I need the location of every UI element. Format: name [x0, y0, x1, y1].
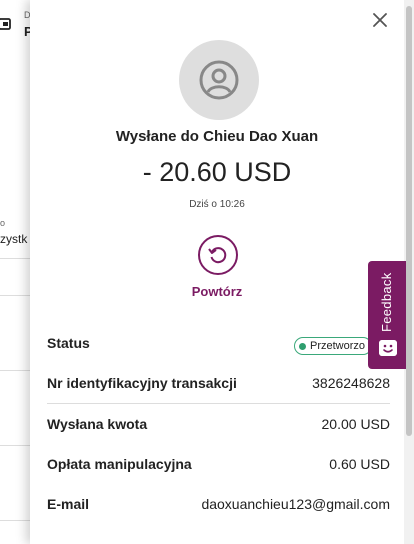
wallet-icon — [0, 18, 11, 30]
status-value: Przetworzo — [310, 340, 366, 352]
feedback-face-icon — [379, 340, 397, 356]
email-value: daoxuanchieu123@gmail.com — [201, 496, 390, 512]
scrollbar-thumb[interactable] — [406, 6, 412, 436]
transaction-id-value: 3826248628 — [312, 375, 390, 391]
recipient-avatar — [179, 40, 259, 120]
sent-amount-value: 20.00 USD — [321, 416, 390, 432]
status-label: Status — [47, 335, 90, 351]
background-divider — [0, 295, 30, 296]
close-button[interactable] — [366, 6, 394, 34]
transaction-title: Wysłane do Chieu Dao Xuan — [115, 128, 319, 145]
background-divider — [0, 370, 30, 371]
transaction-id-label: Nr identyfikacyjny transakcji — [47, 375, 237, 391]
handling-fee-value: 0.60 USD — [329, 456, 390, 472]
transaction-amount: - 20.60 USD — [142, 157, 292, 187]
row-divider — [47, 403, 390, 404]
sent-amount-label: Wysłana kwota — [47, 416, 148, 432]
close-icon — [373, 13, 387, 27]
repeat-button[interactable] — [198, 235, 238, 275]
background-divider — [0, 445, 30, 446]
background-divider — [0, 258, 30, 259]
status-badge: Przetworzo — [294, 337, 372, 355]
handling-fee-label: Opłata manipulacyjna — [47, 456, 192, 472]
background-filter-label: o — [0, 218, 6, 228]
feedback-label[interactable]: Feedback — [379, 273, 394, 333]
transaction-date: Dziś o 10:26 — [189, 199, 245, 210]
status-dot-icon — [299, 342, 306, 350]
repeat-icon — [208, 247, 227, 264]
user-avatar-icon — [199, 60, 239, 100]
background-page: D P o zystk — [0, 0, 33, 544]
email-label: E-mail — [47, 496, 90, 512]
background-divider — [0, 520, 30, 521]
repeat-label[interactable]: Powtórz — [30, 284, 404, 299]
background-filter-select[interactable]: zystk — [0, 232, 27, 246]
